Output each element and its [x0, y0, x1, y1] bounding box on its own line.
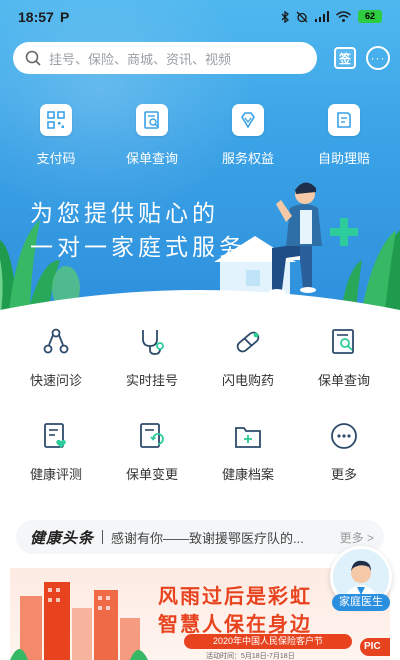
status-icons: 62	[281, 10, 382, 23]
signal-icon	[315, 11, 329, 22]
service-flash-medicine[interactable]: 闪电购药	[203, 326, 293, 420]
service-label: 更多	[330, 467, 357, 482]
status-time: 18:57	[18, 9, 54, 25]
headline-more-link[interactable]: 更多 >	[340, 529, 374, 546]
service-grid-row: 快速问诊 实时挂号 闪电购药 保单查询	[0, 326, 400, 420]
stethoscope-icon	[136, 326, 168, 358]
more-icon	[328, 420, 360, 452]
hero-item-label: 自助理赔	[317, 151, 370, 166]
headline-divider	[102, 530, 104, 544]
service-grid: 快速问诊 实时挂号 闪电购药 保单查询 健康评测 保单变更 健康档案 更多	[0, 326, 400, 514]
banner-subtitle: 2020年中国人民保险客户节	[184, 634, 352, 649]
search-bar[interactable]: 挂号、保险、商城、资讯、视频	[13, 42, 317, 74]
service-quick-consult[interactable]: 快速问诊	[11, 326, 101, 420]
slogan-line-1: 为您提供贴心的	[30, 200, 219, 226]
slogan-line-2: 一对一家庭式服务	[30, 234, 246, 260]
service-health-file[interactable]: 健康档案	[203, 420, 293, 514]
hero-item-label: 支付码	[36, 151, 76, 166]
battery-icon: 62	[358, 10, 382, 23]
family-doctor-label[interactable]: 家庭医生	[332, 594, 390, 611]
hero-item-label: 服务权益	[221, 151, 274, 166]
hero-curve	[0, 290, 400, 320]
service-realtime-register[interactable]: 实时挂号	[107, 326, 197, 420]
message-dots-icon: ···	[370, 51, 386, 65]
hero-item-policy-query[interactable]: 保单查询	[107, 104, 197, 167]
hero-section: 18:57 P 62 挂号、保险、商城、资讯、视频 签 ··· 支付码 保单查询…	[0, 0, 400, 320]
search-icon	[25, 50, 41, 66]
service-grid-row: 健康评测 保单变更 健康档案 更多	[0, 420, 400, 514]
health-file-icon	[232, 420, 264, 452]
bluetooth-icon	[281, 10, 289, 23]
search-input[interactable]: 挂号、保险、商城、资讯、视频	[49, 49, 231, 68]
policy-search-icon	[136, 104, 168, 136]
hero-item-service-rights[interactable]: 服务权益	[203, 104, 293, 167]
health-headline-bar[interactable]: 健康头条 感谢有你——致谢援鄂医疗队的... 更多 >	[16, 520, 384, 554]
alarm-off-icon	[296, 11, 308, 22]
service-policy-change[interactable]: 保单变更	[107, 420, 197, 514]
headline-news-text[interactable]: 感谢有你——致谢援鄂医疗队的...	[111, 528, 334, 547]
pill-icon	[232, 326, 264, 358]
banner-title-line-2: 智慧人保在身边	[158, 614, 312, 636]
hero-slogan: 为您提供贴心的 一对一家庭式服务	[30, 196, 246, 264]
policy-search-icon	[328, 326, 360, 358]
banner-title-line-1: 风雨过后是彩虹	[158, 586, 312, 608]
status-bar: 18:57 P 62	[0, 0, 400, 36]
headline-brand: 健康头条	[30, 529, 95, 547]
claim-icon	[328, 104, 360, 136]
hero-quick-row: 支付码 保单查询 服务权益 自助理赔	[0, 104, 400, 167]
diamond-icon	[232, 104, 264, 136]
banner-city-illustration	[10, 582, 148, 660]
banner-date: 活动时间：5月18日-7月18日	[206, 653, 295, 660]
hero-item-pay-code[interactable]: 支付码	[11, 104, 101, 167]
banner-tag: PIC	[360, 638, 390, 656]
service-label: 快速问诊	[29, 373, 82, 388]
service-label: 健康评测	[29, 467, 82, 482]
service-label: 健康档案	[221, 467, 274, 482]
service-more[interactable]: 更多	[299, 420, 389, 514]
message-button[interactable]: ···	[366, 46, 390, 70]
hero-item-label: 保单查询	[125, 151, 178, 166]
consult-icon	[40, 326, 72, 358]
service-label: 保单变更	[125, 467, 178, 482]
service-policy-query[interactable]: 保单查询	[299, 326, 389, 420]
qr-code-icon	[40, 104, 72, 136]
parking-app-icon: P	[60, 9, 70, 25]
service-label: 保单查询	[317, 373, 370, 388]
service-label: 闪电购药	[221, 373, 274, 388]
policy-change-icon	[136, 420, 168, 452]
health-test-icon	[40, 420, 72, 452]
service-label: 实时挂号	[125, 373, 178, 388]
service-health-test[interactable]: 健康评测	[11, 420, 101, 514]
wifi-icon	[336, 11, 351, 22]
sign-in-button[interactable]: 签	[334, 47, 356, 69]
hero-item-self-claim[interactable]: 自助理赔	[299, 104, 389, 167]
